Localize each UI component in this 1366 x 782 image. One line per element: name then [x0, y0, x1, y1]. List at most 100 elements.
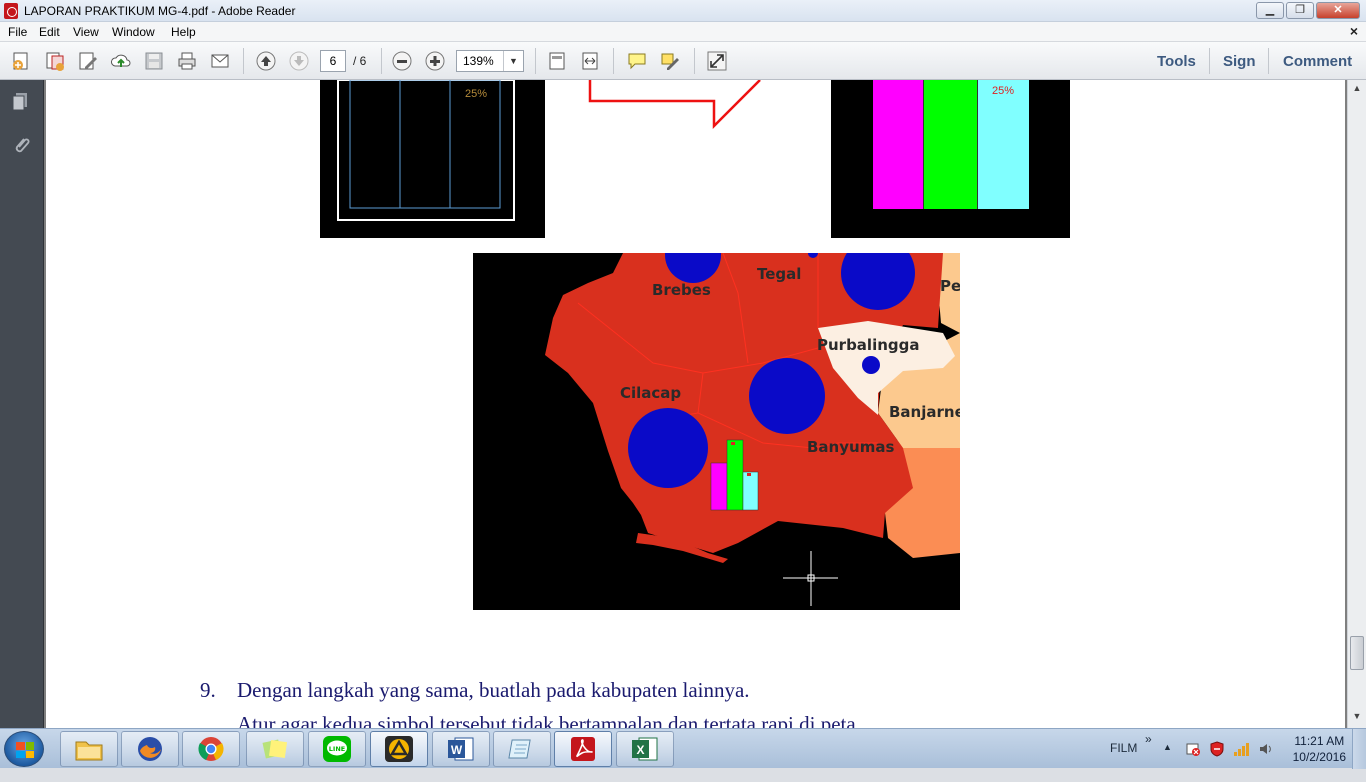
show-hidden-icons-arrow[interactable]: ▲ — [1163, 742, 1172, 782]
sticky-note-button[interactable] — [624, 48, 650, 74]
map-label-banyumas: Banyumas — [807, 438, 895, 456]
highlighter-icon — [661, 53, 679, 70]
taskbar-adobe-reader[interactable] — [554, 731, 612, 767]
adobe-reader-icon — [571, 737, 595, 761]
attachments-icon[interactable] — [10, 134, 32, 156]
full-screen-button[interactable] — [704, 48, 730, 74]
menu-file[interactable]: File — [8, 25, 27, 39]
expand-icon — [707, 51, 727, 71]
map-label-banjarne: Banjarne — [889, 403, 960, 421]
save-button[interactable] — [141, 48, 167, 74]
zoom-in-button[interactable] — [422, 48, 448, 74]
svg-text:W: W — [451, 743, 463, 757]
close-document-button[interactable]: × — [1350, 23, 1358, 39]
taskbar-chrome[interactable] — [182, 731, 240, 767]
close-button[interactable]: ✕ — [1316, 2, 1360, 19]
navigation-pane — [0, 80, 44, 728]
window-title: LAPORAN PRAKTIKUM MG-4.pdf - Adobe Reade… — [24, 4, 296, 18]
minus-icon — [392, 51, 412, 71]
adobe-reader-icon — [4, 3, 18, 19]
zoom-out-button[interactable] — [389, 48, 415, 74]
start-button[interactable] — [4, 731, 44, 767]
network-signal-icon[interactable] — [1233, 741, 1251, 757]
map-graphic — [545, 253, 960, 606]
tray-toolbar-expand[interactable]: » — [1145, 732, 1152, 772]
email-button[interactable] — [207, 48, 233, 74]
tools-button[interactable]: Tools — [1157, 53, 1196, 70]
map-label-purbalingga: Purbalingga — [817, 336, 920, 354]
map-label-pe: Pe — [940, 277, 960, 295]
previous-page-button[interactable] — [253, 48, 279, 74]
page-total: / 6 — [353, 54, 367, 68]
upload-cloud-button[interactable] — [108, 48, 134, 74]
fit-width-icon — [582, 52, 598, 70]
clock-time: 11:21 AM — [1294, 734, 1345, 748]
menu-edit[interactable]: Edit — [39, 25, 60, 39]
legend-bar-cyan — [978, 80, 1029, 209]
excel-icon: X — [632, 737, 658, 761]
taskbar-notes[interactable] — [493, 731, 551, 767]
menu-view[interactable]: View — [73, 25, 99, 39]
title-bar: LAPORAN PRAKTIKUM MG-4.pdf - Adobe Reade… — [0, 0, 1366, 22]
menu-window[interactable]: Window — [112, 25, 155, 39]
system-clock[interactable]: 11:21 AM 10/2/2016 — [1293, 733, 1346, 765]
pdf-page: 25% 25% Brebes Tegal Pe Purbalingga Cila… — [46, 80, 1345, 728]
archicad-icon — [385, 736, 413, 762]
security-shield-icon[interactable] — [1209, 741, 1225, 757]
volume-speaker-icon[interactable] — [1258, 741, 1274, 757]
page-number-input[interactable]: 6 — [320, 50, 346, 72]
next-page-button[interactable] — [286, 48, 312, 74]
print-icon — [178, 52, 196, 70]
chevron-down-icon[interactable]: ▼ — [503, 51, 523, 71]
create-pdf-icon — [13, 52, 28, 70]
list-number: 9. — [200, 678, 216, 702]
fit-page-button[interactable] — [544, 48, 570, 74]
cloud-upload-icon — [111, 54, 131, 67]
taskbar-sticky-notes[interactable] — [246, 731, 304, 767]
combine-files-icon — [46, 52, 64, 71]
document-viewport[interactable]: 25% 25% Brebes Tegal Pe Purbalingga Cila… — [44, 80, 1347, 728]
toolbar: 6 / 6 139% ▼ Tools Sign Comment — [0, 42, 1366, 80]
chart-legend-figure-left: 25% — [320, 80, 545, 238]
highlight-text-button[interactable] — [657, 48, 683, 74]
restore-button[interactable]: ❐ — [1286, 2, 1314, 19]
taskbar-archicad[interactable] — [370, 731, 428, 767]
scroll-down-arrow[interactable]: ▼ — [1350, 711, 1364, 725]
combine-files-button[interactable] — [42, 48, 68, 74]
toolbar-separator — [243, 48, 244, 74]
taskbar-windows-explorer[interactable] — [60, 731, 118, 767]
sticky-notes-icon — [262, 739, 288, 759]
arrow-down-icon — [289, 51, 309, 71]
taskbar-excel[interactable]: X — [616, 731, 674, 767]
tray-toolbar-label[interactable]: FILM — [1110, 741, 1137, 781]
firefox-icon — [138, 737, 162, 761]
fit-width-button[interactable] — [577, 48, 603, 74]
create-pdf-button[interactable] — [8, 48, 34, 74]
scroll-thumb[interactable] — [1350, 636, 1364, 670]
zoom-select[interactable]: 139% ▼ — [456, 50, 524, 72]
print-button[interactable] — [174, 48, 200, 74]
windows-logo-icon — [16, 742, 34, 758]
map-label-tegal: Tegal — [757, 265, 802, 283]
menu-help[interactable]: Help — [171, 25, 196, 39]
scroll-up-arrow[interactable]: ▲ — [1350, 83, 1364, 97]
minimize-button[interactable]: ▁ — [1256, 2, 1284, 19]
window-controls: ▁ ❐ ✕ — [1256, 2, 1360, 19]
taskbar-line[interactable]: LINE — [308, 731, 366, 767]
vertical-scrollbar[interactable]: ▲ ▼ — [1347, 80, 1366, 728]
taskbar-firefox[interactable] — [121, 731, 179, 767]
menu-bar: File Edit View Window Help × — [0, 22, 1366, 42]
percentage-label: 25% — [465, 88, 488, 100]
page-thumbnails-icon[interactable] — [10, 90, 32, 112]
edit-document-button[interactable] — [75, 48, 101, 74]
chart-legend-figure-right: 25% — [831, 80, 1070, 238]
legend-bar-magenta — [873, 80, 924, 209]
legend-box-graphic — [337, 80, 515, 221]
taskbar-word[interactable]: W — [432, 731, 490, 767]
sign-button[interactable]: Sign — [1223, 53, 1256, 70]
show-desktop-button[interactable] — [1352, 729, 1366, 769]
toolbar-separator — [613, 48, 614, 74]
comment-button[interactable]: Comment — [1283, 53, 1352, 70]
action-center-icon[interactable] — [1185, 741, 1201, 757]
folder-icon — [75, 741, 103, 761]
